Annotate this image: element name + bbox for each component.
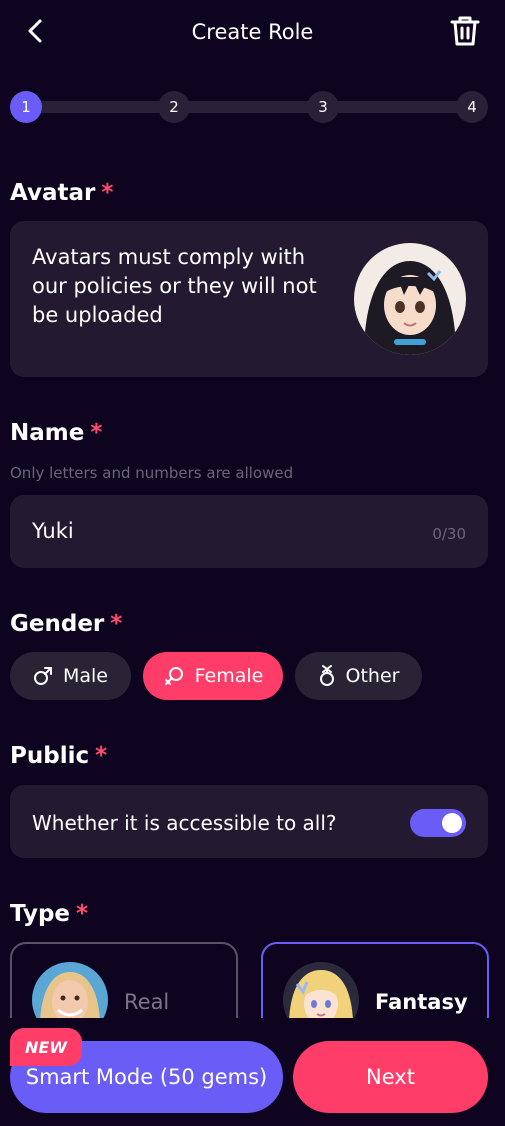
- gender-option-label: Male: [62, 665, 108, 687]
- public-section-label: Public *: [10, 743, 107, 769]
- name-label: Name: [10, 420, 85, 446]
- avatar-section-label: Avatar *: [10, 180, 113, 206]
- type-option-label: Fantasy: [375, 990, 468, 1014]
- trash-icon: [450, 16, 480, 46]
- step-1[interactable]: 1: [10, 91, 42, 123]
- other-gender-icon: [318, 664, 336, 688]
- avatar-policy-text: Avatars must comply with our policies or…: [32, 245, 317, 327]
- type-option-label: Real: [124, 990, 170, 1014]
- delete-button[interactable]: [447, 12, 483, 50]
- avatar-label: Avatar: [10, 180, 96, 206]
- gender-option-label: Other: [345, 665, 400, 687]
- type-section-label: Type *: [10, 901, 88, 927]
- step-3[interactable]: 3: [307, 91, 339, 123]
- avatar-card[interactable]: Avatars must comply with our policies or…: [10, 221, 488, 377]
- public-question: Whether it is accessible to all?: [32, 811, 337, 835]
- fantasy-thumbnail: [283, 962, 359, 1018]
- gender-option-female[interactable]: Female: [143, 652, 283, 700]
- new-badge: NEW: [10, 1028, 82, 1066]
- top-bar: Create Role: [0, 0, 505, 64]
- required-mark: *: [110, 611, 123, 637]
- page-title: Create Role: [191, 20, 314, 44]
- gender-section-label: Gender *: [10, 611, 122, 637]
- name-char-counter: 0/30: [432, 525, 466, 543]
- gender-label: Gender: [10, 611, 105, 637]
- avatar-image[interactable]: [354, 243, 466, 355]
- step-2[interactable]: 2: [158, 91, 190, 123]
- bottom-action-bar: Smart Mode (50 gems) NEW Next: [0, 1028, 505, 1126]
- public-label: Public: [10, 743, 90, 769]
- gender-option-male[interactable]: Male: [10, 652, 131, 700]
- real-thumbnail: [32, 962, 108, 1018]
- type-options: Real Fantasy: [0, 940, 505, 1018]
- name-field[interactable]: Yuki 0/30: [10, 495, 488, 568]
- name-section-label: Name *: [10, 420, 102, 446]
- required-mark: *: [76, 901, 89, 927]
- type-option-fantasy[interactable]: Fantasy: [261, 942, 489, 1018]
- type-label: Type: [10, 901, 71, 927]
- public-card: Whether it is accessible to all?: [10, 785, 488, 858]
- next-button[interactable]: Next: [293, 1041, 488, 1113]
- male-icon: [33, 666, 53, 686]
- required-mark: *: [90, 420, 103, 446]
- name-hint: Only letters and numbers are allowed: [10, 464, 294, 482]
- gender-option-other[interactable]: Other: [295, 652, 422, 700]
- progress-stepper: 1 2 3 4: [10, 91, 488, 123]
- toggle-knob: [442, 813, 462, 833]
- name-input-value[interactable]: Yuki: [32, 519, 74, 543]
- type-option-real[interactable]: Real: [10, 942, 238, 1018]
- required-mark: *: [95, 743, 108, 769]
- step-4[interactable]: 4: [456, 91, 488, 123]
- stepper-track: [26, 101, 472, 113]
- female-icon: [163, 665, 185, 687]
- required-mark: *: [101, 180, 114, 206]
- public-toggle[interactable]: [410, 809, 466, 837]
- gender-option-label: Female: [194, 665, 264, 687]
